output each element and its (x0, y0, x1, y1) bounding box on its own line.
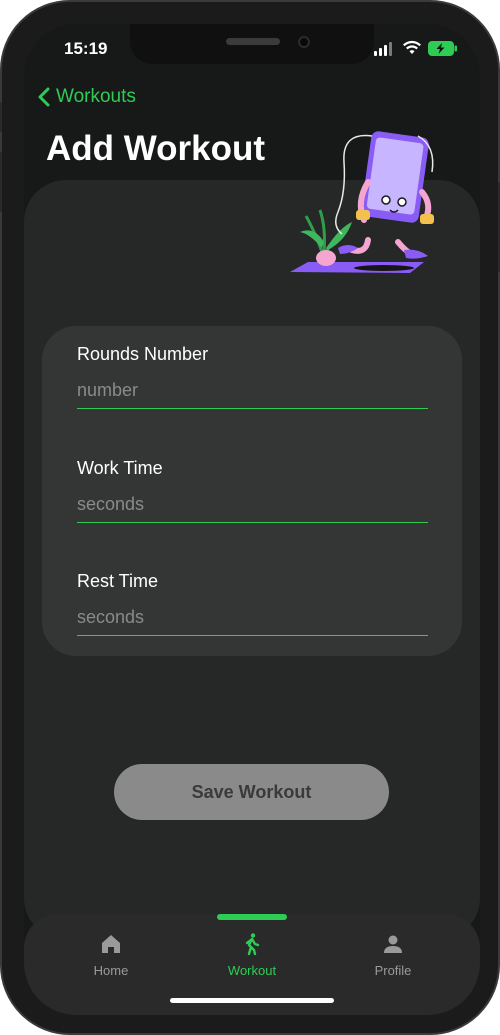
rounds-number-input[interactable] (77, 379, 428, 409)
work-time-input[interactable] (77, 493, 428, 523)
tab-profile-label: Profile (374, 963, 412, 978)
rest-time-label: Rest Time (77, 571, 159, 591)
tab-workout[interactable]: Workout (202, 932, 302, 978)
back-button-label: Workouts (56, 86, 136, 107)
page-title: Add Workout (46, 129, 266, 168)
rounds-number-label: Rounds Number (77, 344, 209, 364)
rest-time-input[interactable] (77, 606, 428, 636)
home-icon (102, 935, 120, 953)
status-time: 15:19 (64, 39, 108, 58)
work-time-label: Work Time (77, 458, 163, 478)
phone-frame: 15:19 Workouts Add Workout Rounds Number… (0, 0, 500, 1035)
status-icons (374, 40, 460, 58)
notch (130, 24, 374, 64)
tab-home-label: Home (93, 963, 129, 978)
rounds-number-field: Rounds Number (77, 344, 428, 409)
speaker (226, 38, 280, 45)
walking-icon (245, 933, 260, 956)
side-button-left-2 (0, 152, 2, 212)
chevron-left-icon (38, 87, 50, 107)
battery-charging-icon (428, 41, 457, 56)
tab-home[interactable]: Home (61, 932, 161, 978)
back-button[interactable]: Workouts (36, 86, 136, 108)
save-workout-button[interactable]: Save Workout (114, 764, 389, 820)
running-phone-illustration (290, 131, 434, 273)
tab-workout-label: Workout (227, 963, 277, 978)
side-button-left-1 (0, 102, 2, 132)
camera (298, 36, 310, 48)
signal-icon (374, 40, 396, 56)
wifi-icon (403, 40, 421, 54)
screen: 15:19 Workouts Add Workout Rounds Number… (24, 24, 480, 1015)
work-time-field: Work Time (77, 458, 428, 523)
active-tab-indicator (217, 914, 287, 920)
workout-form: Rounds Number Work Time Rest Time (42, 326, 462, 656)
tab-profile[interactable]: Profile (343, 932, 443, 978)
rest-time-field: Rest Time (77, 571, 428, 636)
person-icon (384, 935, 402, 953)
home-indicator (170, 998, 334, 1003)
